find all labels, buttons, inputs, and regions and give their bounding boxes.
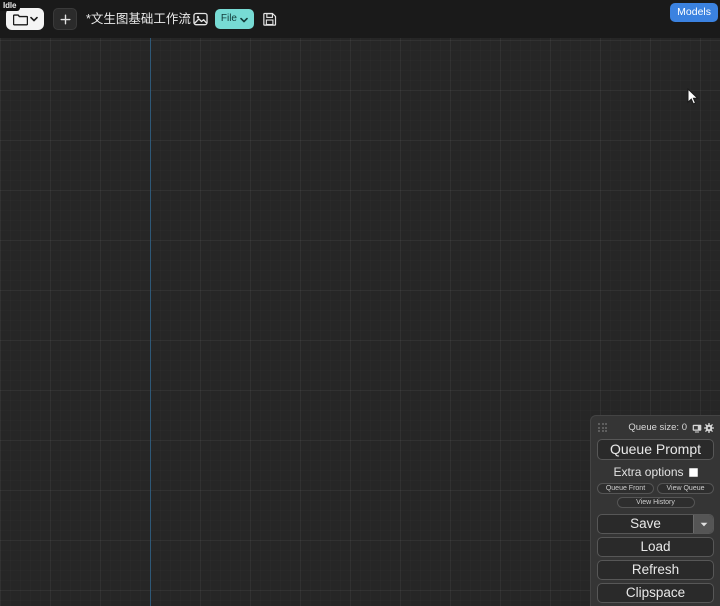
- gear-icon[interactable]: [703, 423, 714, 434]
- image-icon: [193, 12, 209, 26]
- queue-prompt-button[interactable]: Queue Prompt: [597, 439, 714, 460]
- queue-front-button[interactable]: Queue Front: [597, 483, 654, 494]
- models-button-label: Models: [677, 6, 711, 19]
- extra-options-checkbox[interactable]: [688, 467, 698, 477]
- history-row: View History: [597, 497, 714, 508]
- top-toolbar: *文生图基础工作流 File Models: [0, 0, 720, 38]
- extra-options-label: Extra options: [613, 465, 684, 479]
- toolbar-left-group: *文生图基础工作流 File: [0, 0, 280, 38]
- refresh-button[interactable]: Refresh: [597, 560, 714, 580]
- workflow-tab[interactable]: *文生图基础工作流: [86, 0, 191, 38]
- clipspace-button[interactable]: Clipspace: [597, 583, 714, 603]
- image-button[interactable]: [191, 9, 211, 29]
- chevron-down-icon: [29, 16, 38, 22]
- comfyui-app-window: *文生图基础工作流 File Models Idle Queue size: 0…: [0, 0, 720, 606]
- new-workflow-button[interactable]: [53, 8, 77, 30]
- canvas-origin-axis-line: [150, 38, 151, 606]
- view-history-button[interactable]: View History: [616, 497, 695, 508]
- extra-options-row: Extra options: [597, 464, 714, 480]
- save-workflow-button[interactable]: [260, 9, 280, 29]
- caret-down-icon[interactable]: [693, 515, 713, 533]
- load-button[interactable]: Load: [597, 537, 714, 557]
- queue-control-panel: Queue size: 0 Queue Prompt Extra options…: [590, 415, 720, 606]
- folder-icon: [12, 13, 28, 26]
- file-menu-button[interactable]: File: [214, 9, 254, 29]
- view-queue-button[interactable]: View Queue: [657, 483, 714, 494]
- workflows-folder-button[interactable]: [6, 8, 44, 30]
- save-split-button[interactable]: Save: [597, 514, 714, 534]
- queue-panel-header: Queue size: 0: [597, 421, 714, 435]
- plus-icon: [60, 14, 71, 25]
- workflow-tab-title: *文生图基础工作流: [86, 11, 191, 26]
- queue-size-label: Queue size: 0: [628, 422, 687, 434]
- status-label: Idle: [3, 1, 17, 10]
- queue-actions-row: Queue Front View Queue: [597, 483, 714, 494]
- monitor-icon[interactable]: [691, 423, 702, 434]
- file-menu-label: File: [220, 13, 237, 24]
- chevron-down-icon: [240, 10, 248, 28]
- grip-dots-icon[interactable]: [597, 422, 609, 434]
- floppy-disk-icon: [263, 12, 277, 26]
- models-button[interactable]: Models: [670, 3, 718, 22]
- save-button-label: Save: [630, 516, 661, 531]
- status-indicator: Idle: [0, 0, 21, 11]
